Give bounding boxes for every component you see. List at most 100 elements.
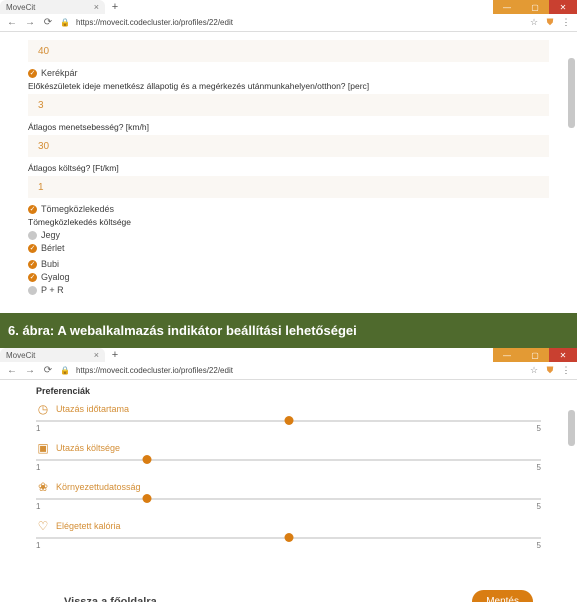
pass-label: Bérlet — [41, 243, 65, 253]
save-label: Mentés — [486, 596, 519, 602]
field-value: 1 — [38, 182, 44, 193]
cost-slider[interactable] — [36, 459, 541, 461]
bookmark-icon[interactable]: ☆ — [529, 366, 539, 376]
walk-label: Gyalog — [41, 272, 70, 282]
preferences-card: Preferenciák ◷ Utazás időtartama 1 5 ▣ U… — [28, 386, 549, 566]
reload-icon[interactable]: ⟳ — [42, 365, 54, 377]
address-bar: ← → ⟳ 🔒 https://movecit.codecluster.io/p… — [0, 362, 577, 380]
scrollbar-thumb[interactable] — [568, 58, 575, 128]
tab-strip: MoveCit × + — [0, 348, 121, 362]
forward-icon[interactable]: → — [24, 17, 36, 29]
slider-thumb[interactable] — [284, 533, 293, 542]
maximize-button[interactable]: ▢ — [521, 0, 549, 14]
window-close-button[interactable]: ✕ — [549, 0, 577, 14]
tab-title: MoveCit — [6, 3, 35, 12]
forward-icon[interactable]: → — [24, 365, 36, 377]
slider-max: 5 — [537, 424, 541, 433]
tab-active[interactable]: MoveCit × — [0, 0, 105, 14]
minimize-button[interactable]: — — [493, 0, 521, 14]
question-transit-cost: Tömegközlekedés költsége — [28, 217, 549, 227]
scrollbar-thumb[interactable] — [568, 410, 575, 446]
bubi-label: Bubi — [41, 259, 59, 269]
question-prep: Előkészületek ideje menetkész állapotig … — [28, 81, 549, 91]
pref-label: Utazás költsége — [56, 443, 120, 453]
transit-label: Tömegközlekedés — [41, 204, 114, 214]
maximize-button[interactable]: ▢ — [521, 348, 549, 362]
pr-label: P + R — [41, 285, 64, 295]
speed-input[interactable]: 30 — [28, 135, 549, 157]
tab-close-icon[interactable]: × — [94, 2, 99, 12]
bubi-check[interactable] — [28, 260, 37, 269]
walk-check[interactable] — [28, 273, 37, 282]
tab-close-icon[interactable]: × — [94, 350, 99, 360]
calorie-slider[interactable] — [36, 537, 541, 539]
titlebar-top: MoveCit × + — ▢ ✕ — [0, 0, 577, 14]
extension-shield-icon[interactable]: ⛊ — [545, 366, 555, 376]
cost-input[interactable]: 1 — [28, 176, 549, 198]
prep-time-input[interactable]: 40 — [28, 40, 549, 62]
figure-caption: 6. ábra: A webalkalmazás indikátor beáll… — [0, 313, 577, 348]
pass-radio[interactable] — [28, 244, 37, 253]
ticket-radio[interactable] — [28, 231, 37, 240]
slider-min: 1 — [36, 541, 40, 550]
slider-min: 1 — [36, 424, 40, 433]
slider-thumb[interactable] — [143, 494, 152, 503]
slider-min: 1 — [36, 502, 40, 511]
minimize-button[interactable]: — — [493, 348, 521, 362]
back-icon[interactable]: ← — [6, 17, 18, 29]
duration-slider[interactable] — [36, 420, 541, 422]
slider-max: 5 — [537, 502, 541, 511]
form-section: 40 Kerékpár Előkészületek ideje menetkés… — [28, 40, 549, 295]
slider-thumb[interactable] — [284, 416, 293, 425]
url-text[interactable]: https://movecit.codecluster.io/profiles/… — [76, 18, 523, 27]
bike-prep-input[interactable]: 3 — [28, 94, 549, 116]
ticket-label: Jegy — [41, 230, 60, 240]
url-text[interactable]: https://movecit.codecluster.io/profiles/… — [76, 366, 523, 375]
tab-active[interactable]: MoveCit × — [0, 348, 105, 362]
field-value: 40 — [38, 46, 49, 57]
back-to-home-link[interactable]: ← Vissza a főoldalra — [44, 594, 157, 602]
window-close-button[interactable]: ✕ — [549, 348, 577, 362]
slider-max: 5 — [537, 541, 541, 550]
question-speed: Átlagos menetsebesség? [km/h] — [28, 122, 549, 132]
extension-shield-icon[interactable]: ⛊ — [545, 18, 555, 28]
heart-icon: ♡ — [36, 519, 50, 533]
pref-label: Elégetett kalória — [56, 521, 121, 531]
question-cost: Átlagos költség? [Ft/km] — [28, 163, 549, 173]
action-bar: ← Vissza a főoldalra Mentés — [28, 578, 549, 602]
save-button[interactable]: Mentés — [472, 590, 533, 602]
eco-slider[interactable] — [36, 498, 541, 500]
secure-lock-icon: 🔒 — [60, 18, 70, 27]
reload-icon[interactable]: ⟳ — [42, 17, 54, 29]
leaf-icon: ❀ — [36, 480, 50, 494]
bike-check[interactable] — [28, 69, 37, 78]
browser-menu-icon[interactable]: ⋮ — [561, 18, 571, 28]
field-value: 3 — [38, 100, 44, 111]
preferences-title: Preferenciák — [36, 386, 541, 396]
new-tab-button[interactable]: + — [109, 349, 121, 361]
secure-lock-icon: 🔒 — [60, 366, 70, 375]
slider-max: 5 — [537, 463, 541, 472]
slider-thumb[interactable] — [143, 455, 152, 464]
clock-icon: ◷ — [36, 402, 50, 416]
address-bar: ← → ⟳ 🔒 https://movecit.codecluster.io/p… — [0, 14, 577, 32]
tab-strip: MoveCit × + — [0, 0, 121, 14]
bookmark-icon[interactable]: ☆ — [529, 18, 539, 28]
back-icon[interactable]: ← — [6, 365, 18, 377]
wallet-icon: ▣ — [36, 441, 50, 455]
arrow-left-icon: ← — [44, 594, 58, 602]
pref-label: Utazás időtartama — [56, 404, 129, 414]
titlebar-bottom: MoveCit × + — ▢ ✕ — [0, 348, 577, 362]
window-controls: — ▢ ✕ — [493, 348, 577, 362]
browser-menu-icon[interactable]: ⋮ — [561, 366, 571, 376]
slider-min: 1 — [36, 463, 40, 472]
pr-check[interactable] — [28, 286, 37, 295]
new-tab-button[interactable]: + — [109, 1, 121, 13]
window-controls: — ▢ ✕ — [493, 0, 577, 14]
back-label: Vissza a főoldalra — [64, 596, 157, 602]
field-value: 30 — [38, 141, 49, 152]
bike-label: Kerékpár — [41, 68, 78, 78]
transit-check[interactable] — [28, 205, 37, 214]
pref-label: Környezettudatosság — [56, 482, 141, 492]
tab-title: MoveCit — [6, 351, 35, 360]
